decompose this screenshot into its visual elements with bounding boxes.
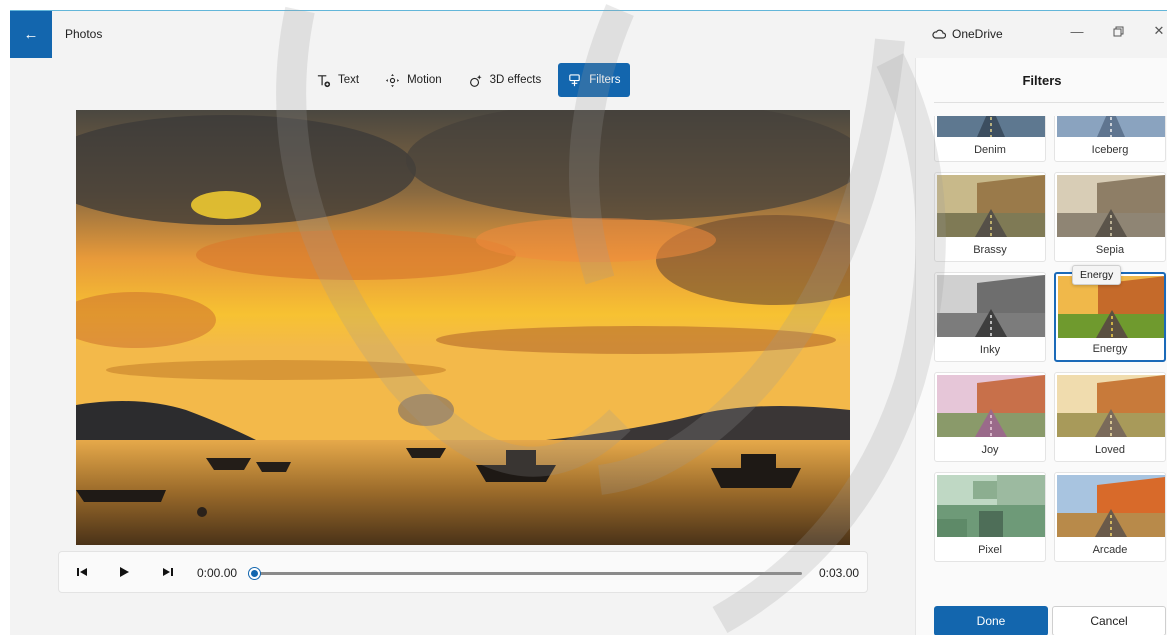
filter-label: Inky — [979, 344, 1001, 356]
filter-label: Pixel — [978, 544, 1002, 556]
minimize-button[interactable]: — — [1062, 19, 1092, 43]
restore-button[interactable] — [1103, 19, 1133, 43]
onedrive-label: OneDrive — [952, 27, 1003, 41]
seek-thumb[interactable] — [249, 568, 260, 579]
previous-frame-button[interactable] — [73, 563, 91, 581]
restore-icon — [1113, 26, 1123, 36]
filter-label: Joy — [981, 444, 999, 456]
tool-text-label: Text — [338, 74, 360, 86]
tool-text[interactable]: Text — [307, 63, 368, 97]
filter-grid: Denim Iceberg Brassy Sepia Inky Energy J… — [934, 116, 1166, 566]
filters-panel: Filters Denim Iceberg Brassy Sepia Inky … — [915, 58, 1167, 635]
next-frame-icon — [163, 568, 173, 576]
back-button[interactable]: ← — [10, 11, 52, 58]
next-frame-button[interactable] — [159, 563, 177, 581]
filter-pixel[interactable]: Pixel — [934, 472, 1046, 562]
title-bar: ← Photos OneDrive — ✕ — [10, 11, 1167, 58]
filter-sepia-thumbnail — [1057, 175, 1165, 237]
play-button[interactable] — [115, 563, 133, 581]
panel-divider — [934, 102, 1164, 103]
tool-filters[interactable]: Filters — [558, 63, 630, 97]
back-arrow-icon: ← — [23, 26, 39, 43]
tool-filters-label: Filters — [589, 74, 621, 86]
motion-icon — [386, 73, 400, 87]
close-icon: ✕ — [1153, 23, 1165, 38]
filter-inky[interactable]: Inky — [934, 272, 1046, 362]
filter-label: Sepia — [1095, 244, 1125, 256]
filter-label: Iceberg — [1091, 144, 1129, 156]
3d-effects-icon — [469, 74, 482, 87]
filter-label: Loved — [1095, 444, 1125, 456]
filter-energy[interactable]: Energy — [1054, 272, 1166, 362]
filter-tooltip: Energy — [1072, 265, 1122, 285]
onedrive-button[interactable]: OneDrive — [932, 27, 1003, 41]
filter-iceberg[interactable]: Iceberg — [1054, 116, 1166, 162]
minimize-icon: — — [1070, 23, 1084, 39]
filter-brassy-thumbnail — [937, 175, 1045, 237]
filter-joy[interactable]: Joy — [934, 372, 1046, 462]
total-time: 0:03.00 — [819, 566, 860, 580]
filter-label: Denim — [974, 144, 1006, 156]
sunset-preview-image — [76, 110, 850, 545]
filter-pixel-thumbnail — [937, 475, 1045, 537]
filter-denim-thumbnail — [937, 116, 1045, 137]
filter-iceberg-thumbnail — [1057, 116, 1165, 137]
filter-brassy[interactable]: Brassy — [934, 172, 1046, 262]
photos-window: ← Photos OneDrive — ✕ Text Motion 3D eff… — [10, 10, 1167, 635]
filter-denim[interactable]: Denim — [934, 116, 1046, 162]
app-title: Photos — [65, 27, 103, 41]
editor-toolbar: Text Motion 3D effects Filters — [307, 63, 630, 97]
filter-arcade[interactable]: Arcade — [1054, 472, 1166, 562]
filter-energy-thumbnail — [1058, 276, 1164, 338]
seek-track[interactable] — [254, 572, 802, 575]
cloud-icon — [932, 29, 946, 39]
filter-sepia[interactable]: Sepia — [1054, 172, 1166, 262]
tool-3d-effects-label: 3D effects — [489, 74, 542, 86]
panel-title: Filters — [1022, 73, 1062, 88]
cancel-button[interactable]: Cancel — [1052, 606, 1166, 635]
filter-loved-thumbnail — [1057, 375, 1165, 437]
filter-joy-thumbnail — [937, 375, 1045, 437]
filter-arcade-thumbnail — [1057, 475, 1165, 537]
close-button[interactable]: ✕ — [1144, 19, 1167, 43]
filter-label: Energy — [1092, 343, 1128, 355]
done-button[interactable]: Done — [934, 606, 1048, 635]
text-icon — [317, 74, 331, 87]
tool-motion-label: Motion — [407, 74, 442, 86]
previous-frame-icon — [77, 568, 87, 576]
filter-loved[interactable]: Loved — [1054, 372, 1166, 462]
play-icon — [120, 567, 129, 577]
tool-motion[interactable]: Motion — [376, 63, 451, 97]
filters-icon — [569, 73, 580, 86]
current-time: 0:00.00 — [197, 566, 238, 580]
video-preview — [76, 110, 850, 545]
playback-bar: 0:00.00 0:03.00 — [58, 551, 868, 593]
filter-label: Arcade — [1092, 544, 1128, 556]
tool-3d-effects[interactable]: 3D effects — [459, 63, 551, 97]
filter-inky-thumbnail — [937, 275, 1045, 337]
filter-label: Brassy — [973, 244, 1007, 256]
